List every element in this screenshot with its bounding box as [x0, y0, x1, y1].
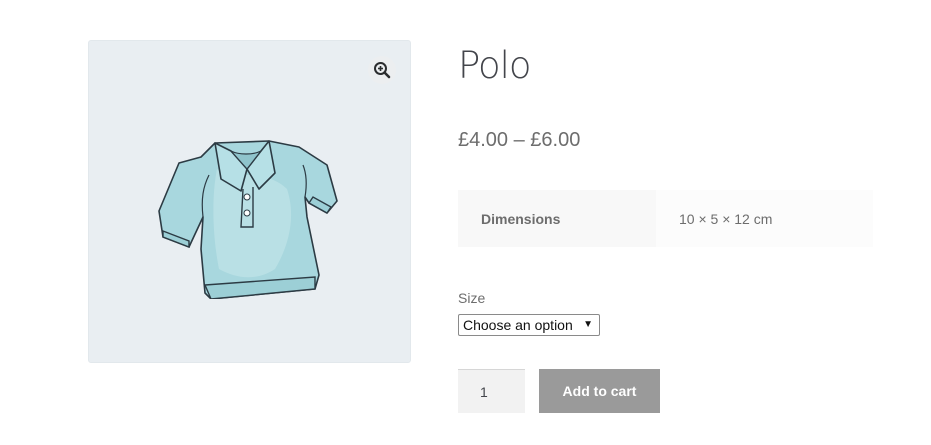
- attribute-label: Dimensions: [458, 190, 656, 247]
- product-page: Polo £4.00 – £6.00 Dimensions 10 × 5 × 1…: [0, 0, 931, 445]
- product-title: Polo: [458, 44, 532, 87]
- quantity-input[interactable]: 1: [458, 369, 525, 413]
- attribute-value: 10 × 5 × 12 cm: [656, 190, 873, 247]
- product-attributes-table: Dimensions 10 × 5 × 12 cm: [458, 190, 873, 247]
- add-to-cart-button[interactable]: Add to cart: [539, 369, 660, 413]
- size-select-value: Choose an option: [463, 317, 573, 333]
- zoom-button[interactable]: [368, 56, 396, 84]
- size-label: Size: [458, 290, 486, 306]
- dropdown-arrow-icon: ▼: [583, 319, 593, 330]
- magnifier-plus-icon: [374, 62, 391, 79]
- polo-shirt-image: [158, 140, 338, 299]
- product-gallery: [88, 40, 411, 363]
- product-price: £4.00 – £6.00: [458, 129, 581, 151]
- size-select[interactable]: Choose an option ▼: [458, 314, 600, 336]
